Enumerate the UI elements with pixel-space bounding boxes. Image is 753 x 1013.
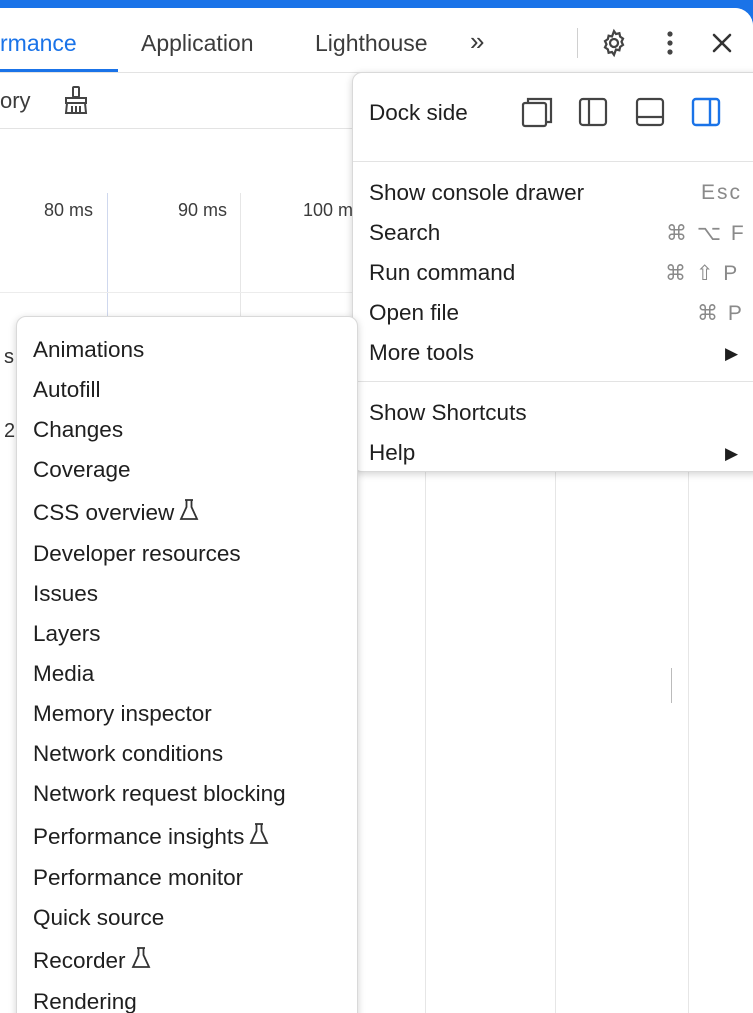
shortcut-hint: ⌘ ⇧ P xyxy=(665,262,740,285)
menu-divider xyxy=(353,161,753,162)
dock-bottom-icon[interactable] xyxy=(630,92,670,132)
ruler-label: 100 m xyxy=(303,200,354,220)
undock-icon[interactable] xyxy=(517,92,557,132)
submenu-arrow-icon: ▶ xyxy=(725,444,739,463)
dock-left-icon[interactable] xyxy=(573,92,613,132)
menu-item-help[interactable]: Help xyxy=(369,440,415,466)
history-label: ory xyxy=(0,88,31,113)
track-label: 2 xyxy=(4,420,16,442)
tab-performance[interactable]: rmance xyxy=(0,30,77,57)
menu-item-changes[interactable]: Changes xyxy=(33,417,123,443)
menu-item-animations[interactable]: Animations xyxy=(33,337,144,363)
more-tabs-button[interactable]: » xyxy=(470,26,484,57)
grid-line xyxy=(107,193,108,333)
ruler-label: 80 ms xyxy=(44,200,94,220)
shortcut-hint: ⌘ P xyxy=(697,302,744,325)
menu-item-issues[interactable]: Issues xyxy=(33,581,98,607)
grid-line xyxy=(240,193,241,333)
flask-icon xyxy=(178,498,200,528)
customize-menu: Dock side Show console drawer Esc Search… xyxy=(352,72,753,472)
menu-item-quick-source[interactable]: Quick source xyxy=(33,905,164,931)
tab-application[interactable]: Application xyxy=(141,30,254,57)
grid-line xyxy=(688,470,689,1013)
menu-item-developer-resources[interactable]: Developer resources xyxy=(33,541,241,567)
close-icon[interactable] xyxy=(705,26,739,60)
tab-lighthouse[interactable]: Lighthouse xyxy=(315,30,428,57)
menu-item-more-tools[interactable]: More tools xyxy=(369,340,474,366)
grid-line xyxy=(425,470,426,1013)
menu-divider xyxy=(353,381,753,382)
menu-item-memory-inspector[interactable]: Memory inspector xyxy=(33,701,212,727)
menu-item-show-shortcuts[interactable]: Show Shortcuts xyxy=(369,400,527,426)
flask-icon xyxy=(130,946,152,976)
gear-icon[interactable] xyxy=(597,26,631,60)
menu-item-run-command[interactable]: Run command xyxy=(369,260,515,286)
dock-right-icon[interactable] xyxy=(686,92,726,132)
grid-line xyxy=(671,668,672,703)
broom-icon[interactable] xyxy=(60,84,92,121)
track-label: s xyxy=(4,346,14,368)
menu-item-rendering[interactable]: Rendering xyxy=(33,989,137,1013)
menu-item-recorder[interactable]: Recorder xyxy=(33,946,152,976)
more-tools-submenu: Animations Autofill Changes Coverage CSS… xyxy=(16,316,358,1013)
menu-item-show-console-drawer[interactable]: Show console drawer xyxy=(369,180,584,206)
kebab-icon[interactable] xyxy=(653,26,687,60)
menu-item-coverage[interactable]: Coverage xyxy=(33,457,131,483)
menu-item-network-request-blocking[interactable]: Network request blocking xyxy=(33,781,286,807)
dock-side-label: Dock side xyxy=(369,100,468,125)
menu-item-search[interactable]: Search xyxy=(369,220,440,246)
grid-line xyxy=(555,470,556,1013)
tab-bar-divider xyxy=(577,28,578,58)
menu-item-performance-monitor[interactable]: Performance monitor xyxy=(33,865,243,891)
shortcut-hint: Esc xyxy=(701,181,743,204)
menu-item-media[interactable]: Media xyxy=(33,661,94,687)
submenu-arrow-icon: ▶ xyxy=(725,344,739,363)
menu-item-css-overview[interactable]: CSS overview xyxy=(33,498,200,528)
menu-item-open-file[interactable]: Open file xyxy=(369,300,459,326)
devtools-tab-bar: rmance Application Lighthouse » xyxy=(0,8,753,73)
menu-item-performance-insights[interactable]: Performance insights xyxy=(33,822,270,852)
ruler-label: 90 ms xyxy=(178,200,228,220)
flask-icon xyxy=(248,822,270,852)
devtools-window: rmance Application Lighthouse » ory 80 m… xyxy=(0,8,753,1013)
menu-item-network-conditions[interactable]: Network conditions xyxy=(33,741,223,767)
shortcut-hint: ⌘ ⌥ F xyxy=(666,222,746,245)
menu-item-layers[interactable]: Layers xyxy=(33,621,101,647)
menu-item-autofill[interactable]: Autofill xyxy=(33,377,101,403)
